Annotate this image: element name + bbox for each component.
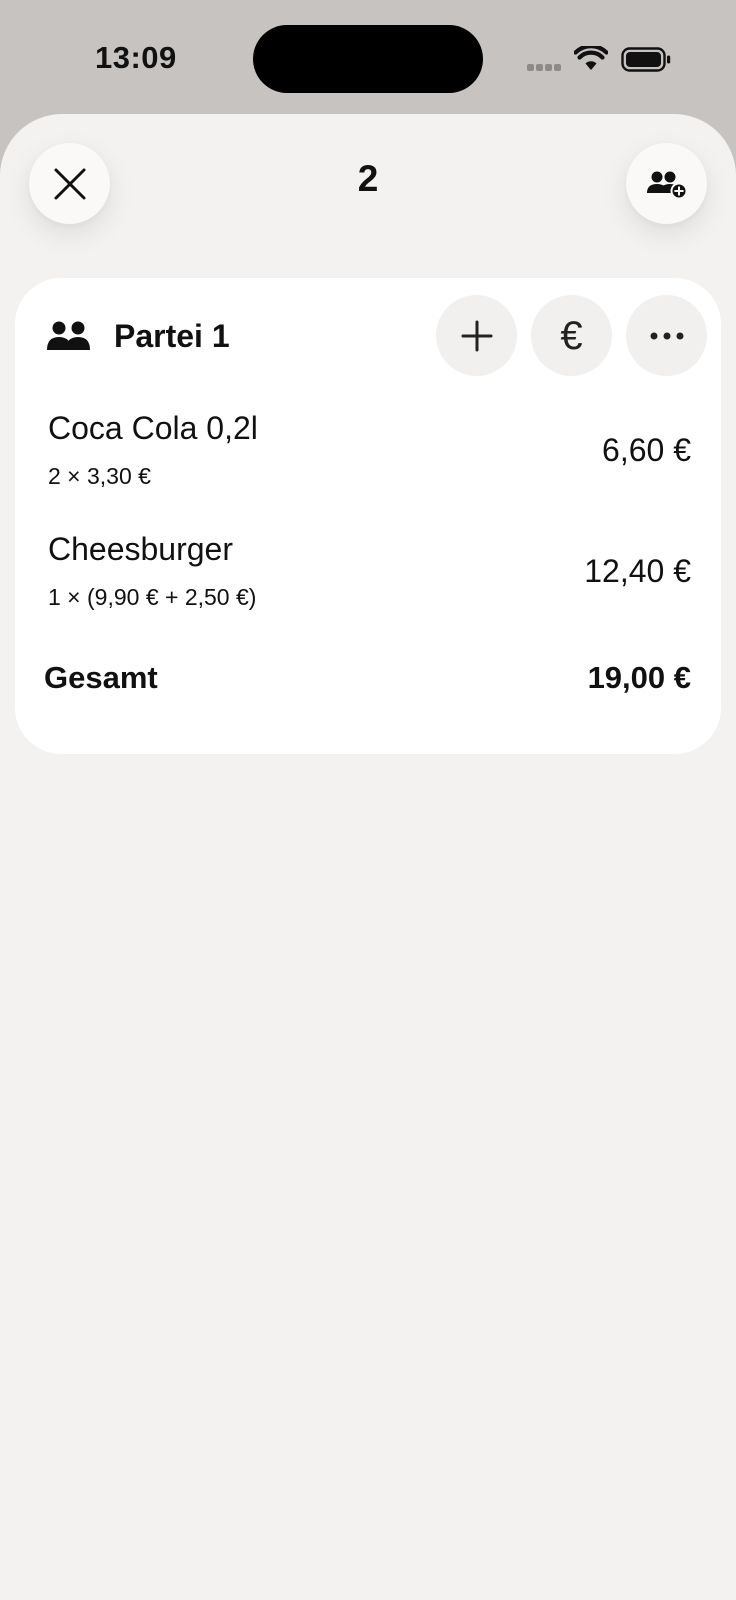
more-options-button[interactable] [626,295,707,376]
party-card: Partei 1 € Coca Cola 0,2l 2 × 3,30 € 6,6… [15,278,721,754]
page-title: 2 [357,158,379,199]
item-price: 12,40 € [584,553,691,589]
euro-icon: € [560,313,583,358]
ellipsis-icon [650,332,683,339]
cellular-signal-icon [527,64,563,72]
plus-icon [461,320,492,351]
item-name: Coca Cola 0,2l [48,410,258,446]
close-icon [54,168,85,199]
status-time: 13:09 [95,40,177,75]
status-bar: 13:09 [0,0,736,114]
item-price: 6,60 € [602,432,691,468]
wifi-icon [574,46,608,70]
close-button[interactable] [29,143,110,224]
group-add-icon [646,171,687,199]
add-item-button[interactable] [436,295,517,376]
total-value: 19,00 € [587,660,691,695]
item-detail: 2 × 3,30 € [48,463,151,489]
item-name: Cheesburger [48,531,233,567]
pay-button[interactable]: € [531,295,612,376]
battery-icon [621,47,671,72]
add-party-button[interactable] [626,143,707,224]
bill-sheet: 2 Partei 1 € Coca Cola 0,2l 2 × 3,30 € 6… [0,114,736,1600]
item-detail: 1 × (9,90 € + 2,50 €) [48,584,257,610]
total-label: Gesamt [44,660,158,695]
party-name: Partei 1 [114,318,230,354]
group-icon [47,321,90,350]
dynamic-island [253,25,483,93]
